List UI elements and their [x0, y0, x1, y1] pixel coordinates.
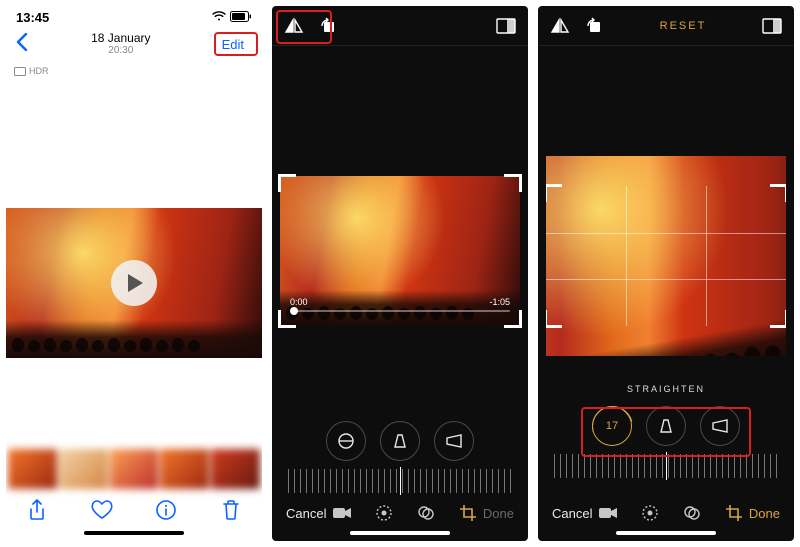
- photo-time: 20:30: [91, 45, 150, 56]
- crop-handle-tl[interactable]: [546, 184, 562, 202]
- crop-canvas[interactable]: 0:00 -1:05: [280, 176, 520, 326]
- photo-title: 18 January 20:30: [91, 32, 150, 56]
- filters-tab-icon[interactable]: [682, 503, 702, 523]
- adjust-tab-icon[interactable]: [640, 503, 660, 523]
- flip-icon[interactable]: [550, 16, 570, 36]
- flip-icon[interactable]: [284, 16, 304, 36]
- home-indicator[interactable]: [616, 531, 716, 535]
- straighten-button[interactable]: 17: [592, 406, 632, 446]
- video-timeline[interactable]: 0:00 -1:05: [290, 297, 510, 312]
- play-button[interactable]: [111, 260, 157, 306]
- favorite-icon[interactable]: [91, 499, 113, 521]
- hdr-badge: HDR: [6, 64, 262, 78]
- photo-date: 18 January: [91, 32, 150, 45]
- crop-handle-tl[interactable]: [278, 174, 296, 192]
- adjust-tab-icon[interactable]: [374, 503, 394, 523]
- info-icon[interactable]: [155, 499, 177, 521]
- reset-button[interactable]: RESET: [660, 20, 707, 32]
- crop-canvas[interactable]: [546, 156, 786, 356]
- crop-handle-bl[interactable]: [546, 310, 562, 328]
- share-icon[interactable]: [26, 499, 48, 521]
- crop-editor-screen: 0:00 -1:05 Cancel Done: [272, 6, 528, 541]
- status-right: [212, 10, 252, 25]
- straighten-value: 17: [606, 420, 618, 432]
- done-button[interactable]: Done: [749, 506, 780, 521]
- mode-tabs: [598, 503, 744, 523]
- editor-bottombar: Cancel Done: [538, 493, 794, 527]
- thumbnail-strip[interactable]: [6, 449, 262, 489]
- hdr-label: HDR: [29, 66, 49, 76]
- top-left-tools: [550, 16, 604, 36]
- wifi-icon: [212, 10, 226, 25]
- video-thumbnail[interactable]: [6, 208, 262, 358]
- time-start: 0:00: [290, 297, 308, 307]
- crop-editor-adjusted-screen: RESET STRAIGHTEN 17: [538, 6, 794, 541]
- cancel-button[interactable]: Cancel: [552, 506, 592, 521]
- editor-topbar: [272, 6, 528, 46]
- video-tab-icon[interactable]: [332, 503, 352, 523]
- time-end: -1:05: [489, 297, 510, 307]
- mode-tabs: [332, 503, 478, 523]
- crop-handle-tr[interactable]: [770, 184, 786, 202]
- horizontal-perspective-button[interactable]: [434, 421, 474, 461]
- crop-handle-br[interactable]: [770, 310, 786, 328]
- nav-bar: 18 January 20:30 Edit: [6, 28, 262, 64]
- playhead[interactable]: [290, 307, 298, 315]
- photos-viewer-screen: 13:45 18 January 20:30 Edit HDR: [6, 6, 262, 541]
- aspect-icon[interactable]: [762, 16, 782, 36]
- crop-tab-icon[interactable]: [458, 503, 478, 523]
- vertical-perspective-button[interactable]: [646, 406, 686, 446]
- adjust-mode-label: STRAIGHTEN: [538, 384, 794, 394]
- vertical-perspective-button[interactable]: [380, 421, 420, 461]
- status-time: 13:45: [16, 10, 49, 25]
- home-indicator[interactable]: [350, 531, 450, 535]
- horizontal-perspective-button[interactable]: [700, 406, 740, 446]
- cancel-button[interactable]: Cancel: [286, 506, 326, 521]
- straighten-button[interactable]: [326, 421, 366, 461]
- audience-silhouette: [6, 328, 262, 352]
- filters-tab-icon[interactable]: [416, 503, 436, 523]
- crop-handle-tr[interactable]: [504, 174, 522, 192]
- status-bar: 13:45: [6, 6, 262, 28]
- editor-bottombar: Cancel Done: [272, 493, 528, 527]
- angle-ruler[interactable]: [288, 469, 512, 493]
- battery-icon: [230, 10, 252, 25]
- video-tab-icon[interactable]: [598, 503, 618, 523]
- angle-ruler[interactable]: [554, 454, 778, 478]
- crop-tab-icon[interactable]: [724, 503, 744, 523]
- back-button[interactable]: [16, 33, 28, 56]
- trash-icon[interactable]: [220, 499, 242, 521]
- adjust-controls: [272, 421, 528, 461]
- rotate-icon[interactable]: [318, 16, 338, 36]
- aspect-icon[interactable]: [496, 16, 516, 36]
- crop-frame[interactable]: [546, 186, 786, 326]
- editor-topbar: RESET: [538, 6, 794, 46]
- done-button[interactable]: Done: [483, 506, 514, 521]
- edit-button[interactable]: Edit: [214, 34, 252, 55]
- adjust-controls: 17: [538, 406, 794, 446]
- home-indicator[interactable]: [84, 531, 184, 535]
- rotate-icon[interactable]: [584, 16, 604, 36]
- toolbar: [6, 489, 262, 527]
- top-left-tools: [284, 16, 338, 36]
